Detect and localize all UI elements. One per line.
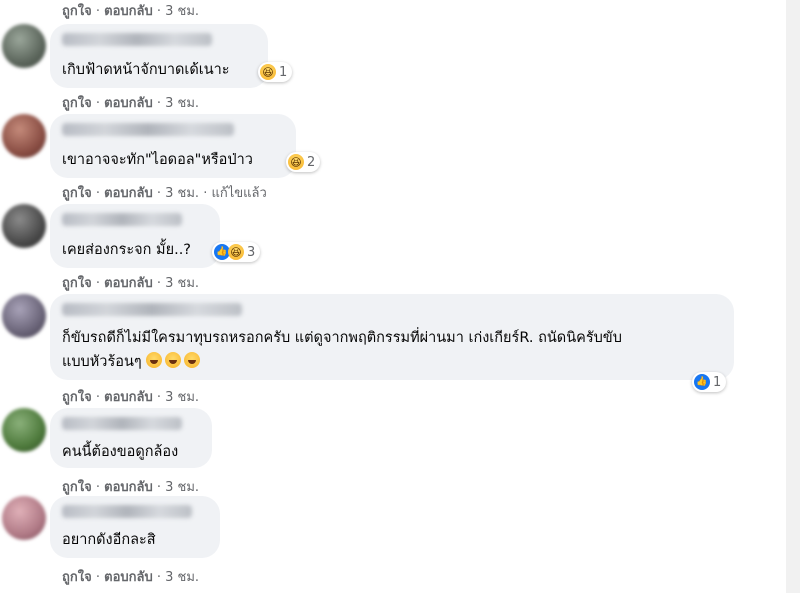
avatar[interactable] (2, 204, 46, 248)
comment-text: เกิบฟ้าดหน้าจักบาดเด้เนาะ (62, 62, 230, 78)
author-name[interactable] (62, 417, 182, 430)
author-name[interactable] (62, 33, 212, 46)
comment-bubble: เขาอาจจะทัก"ไอดอล"หรือป่าว (50, 114, 296, 178)
comment-actions: ถูกใจ · ตอบกลับ · 3 ชม. (62, 96, 200, 111)
reply-link[interactable]: ตอบกลับ (104, 276, 153, 291)
edited-label: แก้ไขแล้ว (211, 186, 267, 201)
like-link[interactable]: ถูกใจ (62, 390, 92, 405)
reaction-summary[interactable]: 😆 1 (258, 62, 293, 82)
reply-link[interactable]: ตอบกลับ (104, 186, 153, 201)
comment-actions: ถูกใจ · ตอบกลับ · 3 ชม. (62, 570, 200, 585)
comment-bubble: คนนี้ต้องขอดูกล้อง (50, 408, 212, 468)
comment-bubble: อยากดังอีกละสิ (50, 496, 220, 558)
comment-actions: ถูกใจ · ตอบกลับ · 3 ชม. (62, 390, 200, 405)
reply-link[interactable]: ตอบกลับ (104, 4, 153, 19)
reply-link[interactable]: ตอบกลับ (104, 480, 153, 495)
author-name[interactable] (62, 123, 234, 136)
reaction-count: 2 (307, 154, 316, 170)
reply-link[interactable]: ตอบกลับ (104, 96, 153, 111)
comment-text-line: ก็ขับรถดีก็ไม่มีใครมาทุบรถหรอกครับ แต่ดู… (62, 330, 622, 346)
comment-actions: ถูกใจ · ตอบกลับ · 3 ชม. (62, 4, 200, 19)
like-link[interactable]: ถูกใจ (62, 96, 92, 111)
comment-actions: ถูกใจ · ตอบกลับ · 3 ชม. (62, 480, 200, 495)
comment-bubble: ก็ขับรถดีก็ไม่มีใครมาทุบรถหรอกครับ แต่ดู… (50, 294, 734, 380)
laugh-emoji-icon (184, 352, 201, 368)
like-link[interactable]: ถูกใจ (62, 276, 92, 291)
avatar[interactable] (2, 408, 46, 452)
timestamp[interactable]: 3 ชม. (165, 186, 199, 201)
comment-text: อยากดังอีกละสิ (62, 532, 156, 548)
haha-icon: 😆 (260, 64, 276, 80)
comment-actions: ถูกใจ · ตอบกลับ · 3 ชม. · แก้ไขแล้ว (62, 186, 267, 201)
like-link[interactable]: ถูกใจ (62, 570, 92, 585)
reaction-summary[interactable]: 👍 😆 3 (212, 242, 261, 262)
timestamp[interactable]: 3 ชม. (165, 276, 199, 291)
author-name[interactable] (62, 505, 192, 518)
laugh-emoji-icon (165, 352, 182, 368)
reaction-count: 1 (713, 374, 722, 390)
like-link[interactable]: ถูกใจ (62, 4, 92, 19)
timestamp[interactable]: 3 ชม. (165, 96, 199, 111)
comment-text: เขาอาจจะทัก"ไอดอล"หรือป่าว (62, 152, 253, 168)
like-link[interactable]: ถูกใจ (62, 480, 92, 495)
comment-bubble: เคยส่องกระจก มั้ย..? (50, 204, 220, 268)
like-link[interactable]: ถูกใจ (62, 186, 92, 201)
comment-text-line: แบบหัวร้อนๆ (62, 350, 203, 374)
reply-link[interactable]: ตอบกลับ (104, 390, 153, 405)
timestamp[interactable]: 3 ชม. (165, 480, 199, 495)
comment-bubble: เกิบฟ้าดหน้าจักบาดเด้เนาะ (50, 24, 268, 88)
comment-text: เคยส่องกระจก มั้ย..? (62, 242, 191, 258)
reaction-summary[interactable]: 😆 2 (286, 152, 321, 172)
reaction-count: 3 (247, 244, 256, 260)
haha-icon: 😆 (228, 244, 244, 260)
reaction-summary[interactable]: 👍 1 (692, 372, 727, 392)
reaction-count: 1 (279, 64, 288, 80)
like-icon: 👍 (694, 374, 710, 390)
reply-link[interactable]: ตอบกลับ (104, 570, 153, 585)
timestamp[interactable]: 3 ชม. (165, 570, 199, 585)
author-name[interactable] (62, 213, 182, 226)
avatar[interactable] (2, 24, 46, 68)
timestamp[interactable]: 3 ชม. (165, 4, 199, 19)
haha-icon: 😆 (288, 154, 304, 170)
avatar[interactable] (2, 114, 46, 158)
timestamp[interactable]: 3 ชม. (165, 390, 199, 405)
scrollbar[interactable] (786, 0, 800, 593)
avatar[interactable] (2, 496, 46, 540)
avatar[interactable] (2, 294, 46, 338)
comment-text: คนนี้ต้องขอดูกล้อง (62, 444, 179, 460)
author-name[interactable] (62, 303, 242, 316)
comment-text-line-2: แบบหัวร้อนๆ (62, 354, 142, 370)
comment-actions: ถูกใจ · ตอบกลับ · 3 ชม. (62, 276, 200, 291)
laugh-emoji-icon (146, 352, 163, 368)
